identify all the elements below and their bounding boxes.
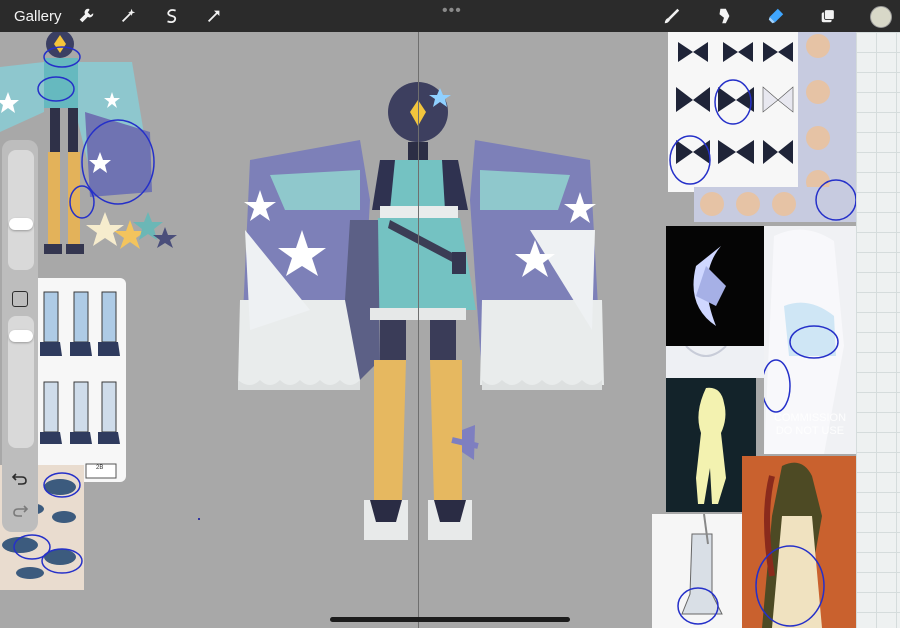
top-toolbar: Gallery •••	[0, 0, 900, 32]
smudge-icon[interactable]	[714, 6, 734, 26]
transform-arrow-icon[interactable]	[204, 6, 224, 26]
layers-icon[interactable]	[818, 6, 838, 26]
stray-mark	[198, 518, 200, 520]
opacity-thumb[interactable]	[9, 330, 33, 342]
reference-bows	[668, 32, 856, 222]
drawing-canvas[interactable]: 2B COMMISSION DO NOT USE	[0, 0, 900, 628]
grid-background	[856, 32, 900, 628]
selection-icon[interactable]	[162, 6, 182, 26]
magic-wand-icon[interactable]	[118, 6, 138, 26]
reference-girl-sketch	[666, 346, 764, 378]
symmetry-guide	[418, 32, 419, 628]
gallery-button[interactable]: Gallery	[14, 8, 62, 25]
main-character-drawing[interactable]	[230, 80, 610, 550]
reference-moon-art	[666, 226, 764, 346]
home-indicator	[330, 617, 570, 622]
reference-princess-art: COMMISSION DO NOT USE	[764, 226, 856, 454]
left-sidebar	[2, 140, 38, 532]
reference-lady-art	[742, 456, 856, 628]
redo-icon[interactable]	[10, 500, 30, 520]
color-picker-button[interactable]	[870, 6, 892, 28]
reference-boots-sheet: 2B	[30, 278, 126, 482]
brush-size-thumb[interactable]	[9, 218, 33, 230]
eraser-icon[interactable]	[766, 6, 786, 26]
more-dots-icon[interactable]: •••	[442, 2, 462, 20]
modify-button[interactable]	[12, 291, 28, 307]
brush-size-slider[interactable]	[8, 150, 34, 270]
undo-icon[interactable]	[10, 468, 30, 488]
reference-watermark: COMMISSION DO NOT USE	[773, 412, 847, 437]
brush-icon[interactable]	[662, 6, 682, 26]
wrench-icon[interactable]	[76, 6, 96, 26]
reference-tag-label: 2B	[96, 465, 104, 471]
reference-boot-sketch	[652, 514, 742, 628]
